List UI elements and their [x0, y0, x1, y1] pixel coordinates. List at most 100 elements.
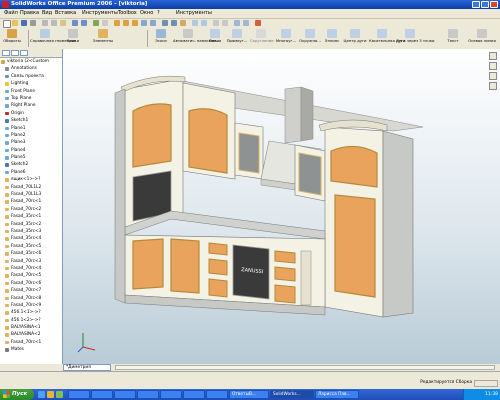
rebuild-icon[interactable] — [93, 20, 99, 26]
tree-item[interactable]: Front Plane — [0, 88, 62, 95]
task-button-2[interactable] — [114, 390, 136, 399]
cmd-button-1[interactable]: Справочная геометрия — [30, 29, 76, 44]
zoom-in-out-icon[interactable] — [132, 20, 138, 26]
task-button-1[interactable] — [91, 390, 113, 399]
cut-icon[interactable] — [42, 20, 48, 26]
tree-item[interactable]: Fasad_70rc<3 — [0, 258, 62, 265]
horizontal-scrollbar[interactable] — [115, 365, 495, 370]
tree-item[interactable]: Fasad_70rc<4 — [0, 265, 62, 272]
redo-icon[interactable] — [81, 20, 87, 26]
view-orientation-icon[interactable] — [192, 20, 198, 26]
featuremanager-tab[interactable] — [2, 50, 10, 56]
cmd-button-0[interactable]: Обороты — [2, 29, 22, 44]
quicklaunch-ie-icon[interactable] — [38, 391, 45, 398]
tree-item[interactable]: ящик<1>->? — [0, 176, 62, 183]
menu-edit[interactable]: Правка — [20, 10, 39, 17]
tree-item[interactable]: Mates — [0, 346, 62, 353]
tree-item[interactable]: Fasad_35rc<2 — [0, 221, 62, 228]
shaded-icon[interactable] — [180, 20, 186, 26]
tree-item[interactable]: 456.1<1>->? — [0, 309, 62, 316]
menu-file[interactable]: Файл — [4, 10, 18, 17]
menu-tools-2[interactable]: Инструменты — [176, 10, 212, 17]
task-button-0[interactable] — [68, 390, 90, 399]
propertymanager-tab[interactable] — [11, 50, 19, 56]
tree-item[interactable]: Fasad_70L1L2 — [0, 184, 62, 191]
task-button-3[interactable] — [137, 390, 159, 399]
section-view-icon[interactable] — [201, 20, 207, 26]
tree-item[interactable]: viktoria (2<Custom — [0, 58, 62, 65]
tree-item[interactable]: Связь проекта — [0, 73, 62, 80]
mass-properties-icon[interactable] — [243, 20, 249, 26]
task-button-4[interactable] — [160, 390, 182, 399]
close-button[interactable] — [490, 1, 498, 8]
menu-tools[interactable]: Инструменты — [82, 10, 118, 17]
tree-item[interactable]: Plane5 — [0, 154, 62, 161]
tree-item[interactable]: Fasad_35rc<6 — [0, 250, 62, 257]
menu-insert[interactable]: Вставка — [55, 10, 76, 17]
tree-item[interactable]: BALYASINA<2 — [0, 331, 62, 338]
zoom-fit-icon[interactable] — [114, 20, 120, 26]
tree-item[interactable]: Plane4 — [0, 147, 62, 154]
cmd-button-3[interactable]: Элементы — [87, 29, 119, 44]
open-icon[interactable] — [12, 20, 18, 26]
paste-icon[interactable] — [60, 20, 66, 26]
cmd-button-13[interactable]: Касательная дуга — [369, 29, 405, 44]
tree-item[interactable]: Top Plane — [0, 95, 62, 102]
tree-item[interactable]: Fasad_70rc<1 — [0, 339, 62, 346]
tree-item[interactable]: Fasad_70L1L3 — [0, 191, 62, 198]
cmd-button-10[interactable]: Окружно... — [299, 29, 321, 44]
tree-item[interactable]: Right Plane — [0, 102, 62, 109]
save-icon[interactable] — [21, 20, 27, 26]
menu-view[interactable]: Вид — [42, 10, 52, 17]
menu-window[interactable]: Окно — [140, 10, 153, 17]
minimize-button[interactable] — [472, 1, 480, 8]
options-icon[interactable] — [102, 20, 108, 26]
tree-item[interactable]: Fasad_70rc<2 — [0, 206, 62, 213]
help-icon[interactable] — [255, 20, 261, 26]
tree-item[interactable]: Sketch1 — [0, 117, 62, 124]
tree-item[interactable]: Fasad_70rc<8 — [0, 295, 62, 302]
sketch-tool-icon[interactable] — [222, 20, 228, 26]
split-horizontal-icon[interactable] — [489, 52, 497, 60]
new-icon[interactable] — [3, 20, 11, 28]
hidden-lines-icon[interactable] — [171, 20, 177, 26]
view-orientation-field[interactable]: *Диметрия — [63, 364, 111, 371]
configurationmanager-tab[interactable] — [20, 50, 28, 56]
tree-item[interactable]: Lighting — [0, 80, 62, 87]
cmd-button-7[interactable]: Прямоуг... — [226, 29, 248, 44]
tree-item[interactable]: Fasad_35rc<1 — [0, 213, 62, 220]
cmd-button-9[interactable]: Многоуг... — [275, 29, 297, 44]
tree-item[interactable]: 456.1<2>->? — [0, 317, 62, 324]
cmd-button-12[interactable]: Центр дуги — [343, 29, 367, 44]
tree-item[interactable]: Annotations — [0, 65, 62, 72]
task-button-7[interactable]: ОтветыВ... — [229, 390, 269, 399]
single-view-icon[interactable] — [489, 82, 497, 90]
tree-item[interactable]: Fasad_70rc<1 — [0, 198, 62, 205]
tree-item[interactable]: Fasad_70rc<6 — [0, 280, 62, 287]
cmd-button-14[interactable]: Дуга через 3 точки — [396, 29, 434, 44]
undo-icon[interactable] — [72, 20, 78, 26]
tree-item[interactable]: Sketch2 — [0, 161, 62, 168]
cmd-button-16[interactable]: Осевая линия — [468, 29, 496, 44]
quicklaunch-folder-icon[interactable] — [47, 391, 54, 398]
tree-item[interactable]: Fasad_70rc<9 — [0, 302, 62, 309]
tree-item[interactable]: Fasad_70rc<7 — [0, 287, 62, 294]
maximize-button[interactable] — [481, 1, 489, 8]
tree-item[interactable]: Plane1 — [0, 125, 62, 132]
wireframe-icon[interactable] — [162, 20, 168, 26]
tree-item[interactable]: Fasad_70rc<5 — [0, 272, 62, 279]
graphics-viewport[interactable]: ZANUSSI — [63, 49, 500, 364]
tree-item[interactable]: Plane6 — [0, 169, 62, 176]
task-button-5[interactable] — [183, 390, 205, 399]
menu-toolbox[interactable]: Toolbox — [118, 10, 137, 17]
menu-help[interactable]: ? — [157, 10, 160, 17]
start-button[interactable]: Пуск — [0, 389, 34, 400]
rotate-view-icon[interactable] — [141, 20, 147, 26]
tree-item[interactable]: Plane2 — [0, 132, 62, 139]
select-icon[interactable] — [213, 20, 219, 26]
copy-icon[interactable] — [51, 20, 57, 26]
cmd-button-6[interactable]: Линия — [207, 29, 223, 44]
tree-item[interactable]: Plane3 — [0, 139, 62, 146]
task-button-solidworks[interactable]: SolidWorks... — [270, 390, 314, 399]
cmd-button-4[interactable]: Эскиз — [150, 29, 172, 44]
